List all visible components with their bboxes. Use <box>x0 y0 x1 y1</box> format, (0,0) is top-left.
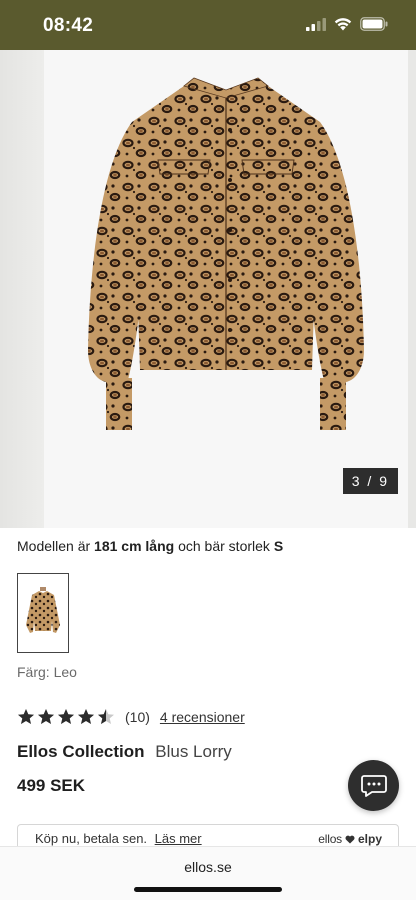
star-full-icon <box>78 709 94 724</box>
star-full-icon <box>38 709 54 724</box>
pay-later-label: Köp nu, betala sen. <box>35 831 148 846</box>
cellular-signal-icon <box>306 17 326 31</box>
chat-bubble-icon <box>360 774 387 797</box>
leopard-blouse-image <box>88 77 364 430</box>
wifi-icon <box>334 18 352 31</box>
color-label: Färg: Leo <box>17 664 77 680</box>
star-half-icon <box>98 709 114 724</box>
read-more-link[interactable]: Läs mer <box>155 831 202 846</box>
image-counter-total: 9 <box>379 473 389 489</box>
ellos-logo: ellos <box>318 832 342 846</box>
status-time: 08:42 <box>43 15 94 36</box>
product-brand[interactable]: Ellos Collection <box>17 742 145 761</box>
previous-image-peek[interactable] <box>0 50 44 528</box>
heart-icon <box>345 835 355 843</box>
reviews-link[interactable]: 4 recensioner <box>160 709 245 725</box>
home-indicator[interactable] <box>134 887 282 892</box>
image-counter-separator: / <box>367 473 374 489</box>
next-image-peek[interactable] <box>408 50 416 528</box>
model-height: 181 cm lång <box>94 538 175 554</box>
model-size: S <box>273 538 284 554</box>
color-swatch-image <box>26 587 60 633</box>
chat-button[interactable] <box>348 760 399 811</box>
product-image[interactable] <box>44 50 408 528</box>
image-counter: 3 / 9 <box>342 468 398 494</box>
product-title: Ellos Collection Blus Lorry <box>17 742 232 762</box>
browser-url-bar[interactable]: ellos.se <box>0 846 416 900</box>
model-info-prefix: Modellen är <box>17 538 91 554</box>
status-bar: 08:42 <box>0 0 416 50</box>
rating-row: (10) 4 recensioner <box>17 708 245 725</box>
product-name: Blus Lorry <box>155 742 232 761</box>
rating-stars <box>17 708 115 725</box>
product-price: 499 SEK <box>17 776 86 795</box>
product-image-gallery[interactable]: 3 / 9 <box>0 50 416 528</box>
image-counter-current: 3 <box>351 473 362 489</box>
star-full-icon <box>58 709 74 724</box>
model-info: Modellen är 181 cm lång och bär storlek … <box>17 538 283 554</box>
pay-later-text: Köp nu, betala sen. Läs mer <box>35 831 202 846</box>
battery-icon <box>360 17 388 31</box>
model-info-middle: och bär storlek <box>178 538 270 554</box>
elpy-logo: elpy <box>357 832 382 846</box>
color-swatch-leo[interactable] <box>17 573 69 653</box>
rating-count: (10) <box>125 708 150 725</box>
browser-url[interactable]: ellos.se <box>0 859 416 875</box>
payment-logos: ellos elpy <box>318 832 382 846</box>
star-full-icon <box>18 709 34 724</box>
status-icons <box>306 17 388 31</box>
